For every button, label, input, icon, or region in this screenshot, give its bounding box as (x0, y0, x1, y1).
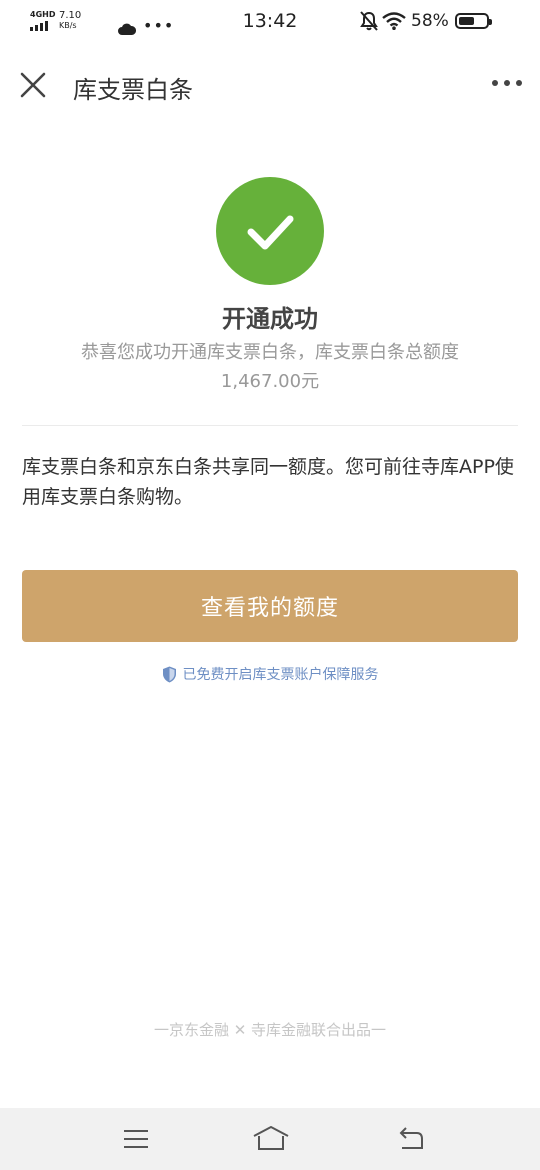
bell-muted-icon (360, 11, 378, 31)
success-check-icon (216, 177, 324, 285)
status-right: 58% (360, 10, 520, 32)
home-icon[interactable] (252, 1124, 290, 1152)
menu-icon[interactable] (122, 1128, 150, 1150)
footer-brand: 一京东金融 ✕ 寺库金融联合出品一 (153, 1021, 387, 1039)
divider (22, 425, 518, 426)
close-icon[interactable] (20, 72, 46, 98)
system-nav-bar (0, 1108, 540, 1170)
app-header: 库支票白条 (0, 52, 540, 116)
wifi-icon (382, 12, 406, 30)
status-bar: 4GHD 7.10 KB/s ••• 13:42 58% (0, 0, 540, 44)
success-title: 开通成功 (222, 305, 318, 333)
info-text: 库支票白条和京东白条共享同一额度。您可前往寺库APP使用库支票白条购物。 (22, 456, 514, 508)
success-description: 恭喜您成功开通库支票白条，库支票白条总额度1,467.00元 (81, 342, 459, 392)
protection-notice[interactable]: 已免费开启库支票账户保障服务 (0, 664, 540, 684)
shield-icon (162, 666, 176, 682)
battery-percent: 58% (411, 11, 449, 31)
view-my-credit-button[interactable]: 查看我的额度 (22, 570, 518, 642)
battery-icon (455, 13, 492, 29)
page-title: 库支票白条 (73, 76, 193, 104)
more-menu-icon[interactable] (492, 80, 522, 86)
back-icon[interactable] (397, 1125, 425, 1151)
protection-text: 已免费开启库支票账户保障服务 (182, 667, 379, 683)
